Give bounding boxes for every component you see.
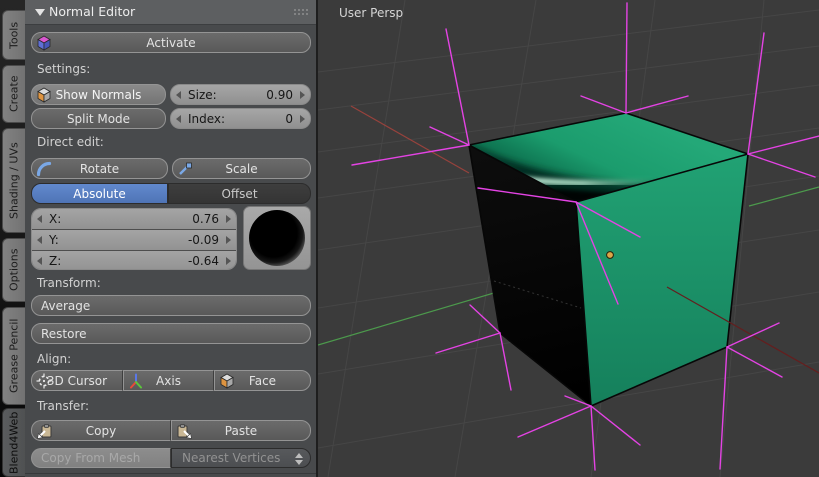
show-normals-label: Show Normals <box>56 88 142 102</box>
tool-shelf-tab-column: Tools Create Shading / UVs Options Greas… <box>0 0 25 477</box>
size-decrement-arrow[interactable] <box>176 91 181 99</box>
x-increment-arrow[interactable] <box>226 215 231 223</box>
align-axis-label: Axis <box>156 374 181 388</box>
direction-sphere-ball[interactable] <box>249 210 305 266</box>
dropdown-arrows-icon <box>295 453 303 465</box>
normal-editor-panel: Normal Editor Activate Settings: <box>25 0 318 477</box>
z-field[interactable]: Z: -0.64 <box>32 251 236 270</box>
split-mode-label: Split Mode <box>67 112 130 126</box>
restore-label: Restore <box>41 327 87 341</box>
align-face-button[interactable]: Face <box>214 370 311 391</box>
copy-button[interactable]: Copy <box>31 420 171 441</box>
scale-label: Scale <box>225 162 257 176</box>
tab-options[interactable]: Options <box>2 238 25 302</box>
size-field[interactable]: Size: 0.90 <box>170 84 311 105</box>
selected-vertex-dot[interactable] <box>607 252 614 259</box>
index-decrement-arrow[interactable] <box>176 115 181 123</box>
addon-cube-icon <box>36 35 52 51</box>
size-increment-arrow[interactable] <box>300 91 305 99</box>
z-increment-arrow[interactable] <box>226 257 231 265</box>
align-3d-cursor-label: 3D Cursor <box>47 374 107 388</box>
scale-button[interactable]: Scale <box>172 158 311 179</box>
rotate-label: Rotate <box>80 162 119 176</box>
3d-cursor-icon <box>36 373 52 389</box>
x-value: 0.76 <box>192 212 219 226</box>
scale-manipulator-icon <box>177 161 193 177</box>
viewport-3d[interactable]: User Persp <box>318 0 819 477</box>
tab-create[interactable]: Create <box>2 65 25 123</box>
split-mode-button[interactable]: Split Mode <box>31 108 166 129</box>
settings-heading: Settings: <box>37 62 90 76</box>
viewport-scene <box>318 0 819 477</box>
copy-from-mesh-label: Copy From Mesh <box>41 451 140 465</box>
copy-from-mesh-button[interactable]: Copy From Mesh <box>31 448 171 468</box>
y-value: -0.09 <box>188 233 219 247</box>
panel-header[interactable]: Normal Editor <box>25 0 316 25</box>
restore-button[interactable]: Restore <box>31 323 311 344</box>
tab-shading-uvs[interactable]: Shading / UVs <box>2 128 25 233</box>
index-field[interactable]: Index: 0 <box>170 108 311 129</box>
x-field[interactable]: X: 0.76 <box>32 209 236 230</box>
show-normals-toggle[interactable]: Show Normals <box>31 84 166 105</box>
paste-button[interactable]: Paste <box>171 420 311 441</box>
panel-divider <box>25 473 316 474</box>
x-decrement-arrow[interactable] <box>37 215 42 223</box>
index-label: Index: <box>188 112 225 126</box>
index-value: 0 <box>285 112 293 126</box>
index-increment-arrow[interactable] <box>300 115 305 123</box>
rotate-manipulator-icon <box>36 161 52 177</box>
view-mode-label: User Persp <box>339 6 403 20</box>
average-label: Average <box>41 299 90 313</box>
y-field[interactable]: Y: -0.09 <box>32 230 236 251</box>
axis-icon <box>128 373 144 389</box>
z-label: Z: <box>49 254 61 268</box>
z-decrement-arrow[interactable] <box>37 257 42 265</box>
align-heading: Align: <box>37 352 71 366</box>
tab-grease-pencil[interactable]: Grease Pencil <box>2 307 25 405</box>
align-face-label: Face <box>249 374 276 388</box>
tab-tools[interactable]: Tools <box>2 10 25 60</box>
rotate-button[interactable]: Rotate <box>31 158 168 179</box>
copy-clipboard-icon <box>36 423 53 440</box>
offset-label: Offset <box>221 187 257 201</box>
y-decrement-arrow[interactable] <box>37 236 42 244</box>
normal-direction-sphere-widget[interactable] <box>243 206 311 270</box>
absolute-label: Absolute <box>73 187 125 201</box>
transfer-mode-dropdown[interactable]: Nearest Vertices <box>171 448 311 468</box>
activate-button[interactable]: Activate <box>31 32 311 53</box>
copy-label: Copy <box>86 424 116 438</box>
paste-label: Paste <box>225 424 257 438</box>
face-cube-icon <box>219 373 235 389</box>
direct-edit-heading: Direct edit: <box>37 135 104 149</box>
transfer-mode-value: Nearest Vertices <box>182 451 280 465</box>
collapse-triangle-icon[interactable] <box>35 9 45 16</box>
panel-title: Normal Editor <box>49 4 135 19</box>
transform-heading: Transform: <box>37 276 101 290</box>
size-label: Size: <box>188 88 217 102</box>
face-cube-icon <box>36 87 52 103</box>
normal-vector-fields: X: 0.76 Y: -0.09 Z: -0.64 <box>31 208 237 270</box>
paste-clipboard-icon <box>176 423 193 440</box>
activate-label: Activate <box>146 36 195 50</box>
align-axis-button[interactable]: Axis <box>123 370 214 391</box>
x-label: X: <box>49 212 61 226</box>
blender-window: Tools Create Shading / UVs Options Greas… <box>0 0 819 477</box>
y-label: Y: <box>49 233 59 247</box>
offset-toggle[interactable]: Offset <box>168 183 311 204</box>
tab-blend4web[interactable]: Blend4Web <box>2 408 25 477</box>
y-increment-arrow[interactable] <box>226 236 231 244</box>
average-button[interactable]: Average <box>31 295 311 316</box>
z-value: -0.64 <box>188 254 219 268</box>
transfer-heading: Transfer: <box>37 399 89 413</box>
panel-drag-grip-icon[interactable] <box>293 8 308 17</box>
align-3d-cursor-button[interactable]: 3D Cursor <box>31 370 123 391</box>
size-value: 0.90 <box>266 88 293 102</box>
absolute-toggle[interactable]: Absolute <box>31 183 168 204</box>
